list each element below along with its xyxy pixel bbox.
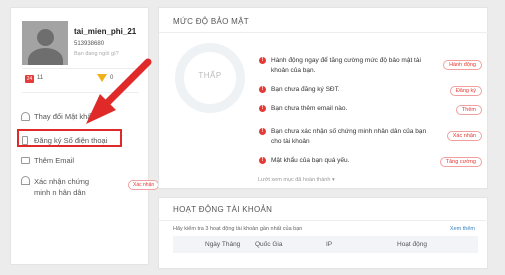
verify-badge-button[interactable]: Xác nhận — [128, 180, 160, 190]
activity-table-header: Ngày Tháng Quốc Gia IP Hoạt động — [173, 236, 478, 253]
divider — [159, 220, 489, 221]
profile-panel: tai_mien_phi_21 513938680 Bạn đang ngồi … — [10, 7, 160, 265]
divider — [159, 32, 489, 33]
alert-icon: ! — [259, 128, 266, 135]
avatar[interactable] — [22, 21, 68, 65]
diamond-count: 0 — [110, 75, 114, 81]
menu-label: Thêm Email — [34, 156, 75, 165]
user-icon — [21, 176, 30, 185]
phone-icon — [22, 136, 28, 145]
register-button[interactable]: Đăng ký — [449, 86, 482, 96]
show-completed-link[interactable]: Lướt xem mục đã hoàn thành ▾ — [258, 177, 335, 183]
confirm-button[interactable]: Xác nhận — [446, 131, 482, 141]
menu-label: Đăng ký Số điện thoại — [34, 136, 108, 145]
security-item-text: Mật khẩu của bạn quá yếu. — [271, 157, 350, 164]
red-coin-count: 11 — [37, 75, 44, 81]
column-header: Hoạt động — [397, 241, 427, 248]
activity-hint: Hãy kiểm tra 3 hoạt động tài khoản gần n… — [173, 226, 303, 232]
column-header: Quốc Gia — [255, 241, 283, 248]
menu-label: Thay đổi Mật khẩ — [34, 112, 92, 121]
alert-icon: ! — [259, 86, 266, 93]
security-panel: MỨC ĐỘ BẢO MẬT THẤP ! Hành động ngay để … — [158, 7, 489, 189]
divider — [22, 92, 139, 93]
security-item-text: Bạn chưa đăng ký SĐT. — [271, 86, 340, 93]
security-level: THẤP — [198, 71, 222, 80]
diamond-icon — [97, 74, 107, 82]
lock-icon — [21, 112, 30, 121]
divider — [22, 68, 139, 69]
security-item-text: Bạn chưa thêm email nào. — [271, 105, 348, 112]
security-item-text: Hành động ngay để tăng cường mức độ bảo … — [271, 57, 421, 74]
menu-label: Xác nhận chứng minh n hân dân — [34, 177, 90, 197]
mail-icon — [21, 157, 30, 164]
user-status-hint[interactable]: Bạn đang ngồi gì? — [74, 51, 119, 57]
alert-icon: ! — [259, 57, 266, 64]
activity-title: HOẠT ĐỘNG TÀI KHOẢN — [173, 205, 273, 214]
user-id: 513938680 — [74, 41, 105, 47]
strengthen-button[interactable]: Tăng cường — [439, 157, 482, 167]
security-item-text: Bạn chưa xác nhận số chứng minh nhân dân… — [271, 128, 427, 145]
add-button[interactable]: Thêm — [455, 105, 482, 115]
username: tai_mien_phi_21 — [74, 27, 137, 36]
action-button[interactable]: Hành động — [443, 60, 482, 70]
activity-panel: HOẠT ĐỘNG TÀI KHOẢN Hãy kiểm tra 3 hoạt … — [158, 197, 489, 269]
alert-icon: ! — [259, 157, 266, 164]
column-header: IP — [326, 241, 333, 248]
column-header: Ngày Tháng — [205, 241, 241, 248]
view-more-link[interactable]: Xem thêm — [450, 226, 475, 232]
red-coin-icon: 24 — [25, 75, 34, 83]
alert-icon: ! — [259, 105, 266, 112]
security-title: MỨC ĐỘ BẢO MẬT — [173, 17, 249, 26]
